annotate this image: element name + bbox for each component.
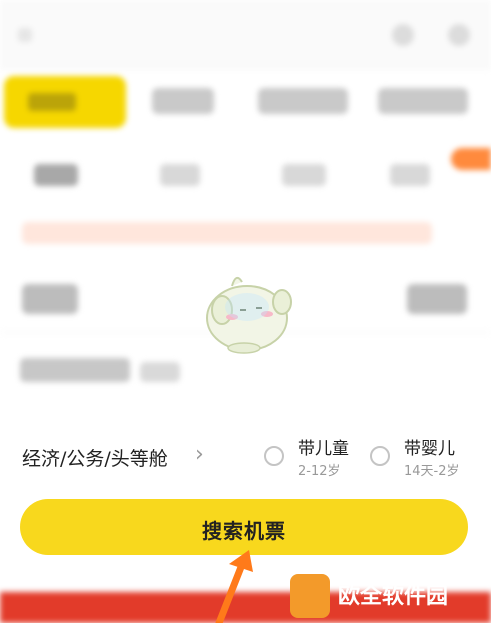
weekday-label	[140, 362, 180, 382]
search-flights-button[interactable]: 搜索机票	[20, 499, 468, 555]
child-radio[interactable]	[264, 446, 284, 466]
more-icon[interactable]	[448, 24, 470, 46]
back-icon[interactable]	[18, 28, 32, 42]
tab-active[interactable]	[4, 76, 126, 128]
notice-bar	[22, 222, 432, 244]
subtab-4[interactable]	[390, 164, 430, 186]
infant-radio[interactable]	[370, 446, 390, 466]
share-icon[interactable]	[392, 24, 414, 46]
watermark-logo-icon	[290, 574, 330, 618]
child-option-subtitle: 2-12岁	[298, 464, 341, 479]
watermark-text: 欧全软件园	[338, 584, 449, 609]
cabin-class-selector[interactable]: 经济/公务/头等舱	[22, 444, 168, 471]
departure-city[interactable]	[22, 284, 78, 314]
top-bar	[0, 0, 491, 70]
promo-badge	[451, 148, 491, 170]
subtab-3[interactable]	[282, 164, 326, 186]
cabin-class-label: 经济/公务/头等舱	[22, 448, 168, 470]
sub-tabs	[0, 150, 491, 200]
tab-4[interactable]	[378, 88, 468, 114]
chevron-right-icon[interactable]: ›	[195, 442, 204, 467]
tab-2[interactable]	[152, 88, 214, 114]
child-option-title: 带儿童	[298, 439, 349, 459]
mascot-watermark	[206, 276, 292, 354]
options-row: 经济/公务/头等舱 › 带儿童 2-12岁 带婴儿 14天-2岁	[0, 430, 491, 485]
trip-type-tabs	[0, 70, 491, 130]
search-flights-label: 搜索机票	[202, 521, 286, 543]
subtab-2[interactable]	[160, 164, 200, 186]
infant-option-subtitle: 14天-2岁	[404, 464, 460, 479]
infant-option-title: 带婴儿	[404, 439, 455, 459]
arrival-city[interactable]	[407, 284, 467, 314]
subtab-1[interactable]	[34, 164, 78, 186]
tab-3[interactable]	[258, 88, 348, 114]
annotation-arrow	[215, 550, 253, 623]
watermark: 欧全软件园	[290, 572, 490, 622]
departure-date[interactable]	[20, 358, 130, 382]
